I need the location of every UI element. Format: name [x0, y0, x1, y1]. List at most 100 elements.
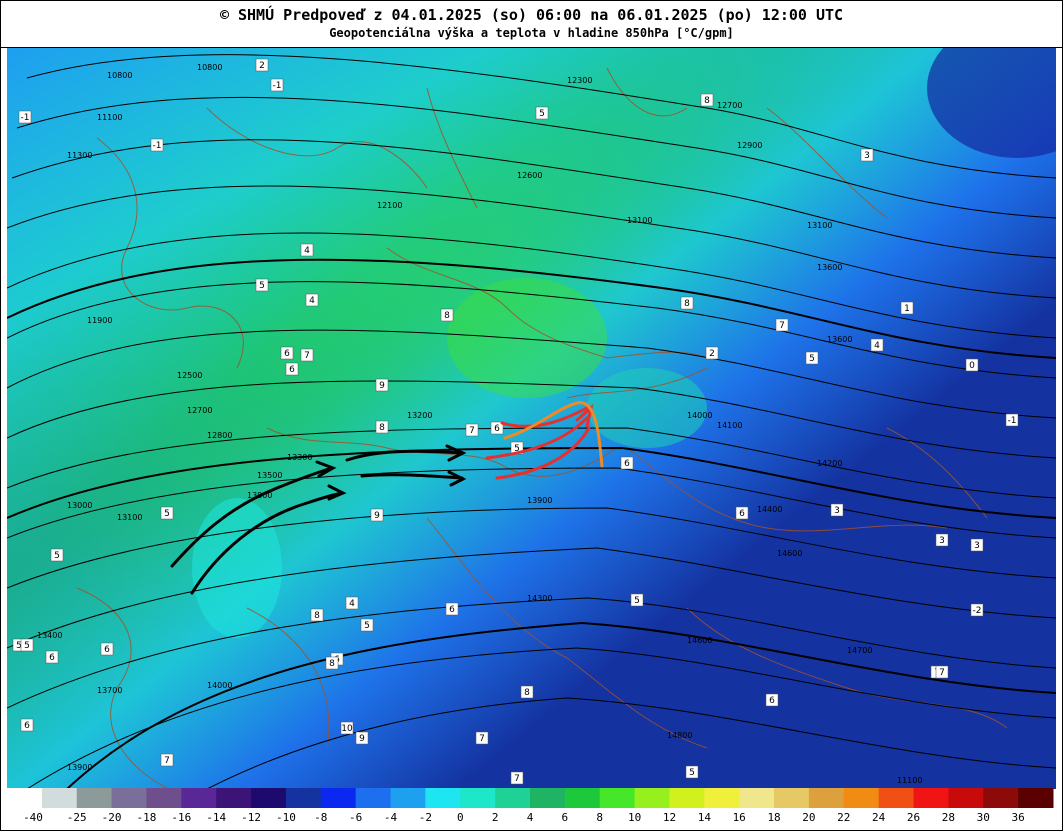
temperature-label: 0	[965, 358, 979, 372]
colorbar-tick-label: -6	[349, 811, 362, 824]
contour-label: 13100	[807, 221, 832, 230]
temperature-label: -1	[1005, 413, 1019, 427]
colorbar-tick-label: 6	[562, 811, 569, 824]
colorbar-tick-label: 26	[907, 811, 920, 824]
temperature-label: 5	[535, 106, 549, 120]
temperature-value: 7	[779, 321, 785, 331]
contour-label: 12700	[187, 406, 212, 415]
colorbar-swatch	[146, 788, 182, 808]
colorbar-swatch	[599, 788, 636, 808]
contour-label: 14800	[667, 731, 692, 740]
temperature-label: 8	[680, 296, 694, 310]
colorbar-swatch	[983, 788, 1019, 808]
temperature-label: 6	[620, 456, 634, 470]
temperature-label: -1	[150, 138, 164, 152]
temperature-label: 6	[45, 650, 59, 664]
temperature-label: 7	[510, 771, 524, 785]
temperature-label: 7	[300, 348, 314, 362]
colorbar-swatch	[355, 788, 392, 808]
temperature-value: 0	[969, 361, 975, 371]
temperature-value: 6	[49, 653, 55, 663]
temperature-label: 5	[255, 278, 269, 292]
colorbar-swatch	[425, 788, 461, 808]
colorbar-tick-label: 0	[457, 811, 464, 824]
temperature-label: 9	[370, 508, 384, 522]
temperature-value: 8	[684, 299, 690, 309]
contour-label: 10800	[107, 71, 132, 80]
contour-label: 13000	[67, 501, 92, 510]
temperature-value: 5	[689, 768, 695, 778]
temperature-label: 8	[310, 608, 324, 622]
temperature-label: 4	[345, 596, 359, 610]
temperature-label: 9	[355, 731, 369, 745]
temperature-value: 3	[939, 536, 945, 546]
temperature-label: 4	[870, 338, 884, 352]
colorbar-swatch	[111, 788, 147, 808]
temperature-value: 6	[24, 721, 30, 731]
contour-label: 14000	[207, 681, 232, 690]
page-title: © SHMÚ Predpoveď z 04.01.2025 (so) 06:00…	[219, 6, 844, 24]
colorbar-swatch	[739, 788, 775, 808]
temperature-label: 8	[700, 93, 714, 107]
temperature-value: 3	[834, 506, 840, 516]
temperature-label: 2	[255, 58, 269, 72]
colorbar-tick-label: 30	[977, 811, 990, 824]
contour-label: 11100	[97, 113, 122, 122]
temperature-value: 6	[104, 645, 110, 655]
temperature-label: 3	[830, 503, 844, 517]
contour-label: 13400	[37, 631, 62, 640]
colorbar-swatch	[251, 788, 287, 808]
colorbar-swatch	[181, 788, 217, 808]
temperature-value: 5	[259, 281, 265, 291]
temperature-label: 6	[445, 602, 459, 616]
temperature-value: 3	[864, 151, 870, 161]
contour-label: 13100	[117, 513, 142, 522]
temperature-value: 4	[304, 246, 310, 256]
colorbar-swatch	[285, 788, 322, 808]
temperature-value: 5	[24, 641, 30, 651]
temperature-value: 8	[524, 688, 530, 698]
temperature-value: 8	[329, 659, 335, 669]
contour-label: 11900	[87, 316, 112, 325]
temperature-value: -1	[153, 141, 162, 151]
temperature-label: -1	[18, 110, 32, 124]
contour-label: 12700	[717, 101, 742, 110]
temperature-label: 7	[475, 731, 489, 745]
colorbar-tick-label: 28	[942, 811, 955, 824]
contour-label: 14100	[717, 421, 742, 430]
colorbar-swatch	[774, 788, 810, 808]
colorbar-tick-label: 8	[596, 811, 603, 824]
contour-label: 10800	[197, 63, 222, 72]
colorbar-swatch	[320, 788, 357, 808]
temperature-value: 7	[479, 734, 485, 744]
contour-label: 13900	[527, 496, 552, 505]
temperature-label: 5	[360, 618, 374, 632]
colorbar-tick-label: -4	[384, 811, 398, 824]
temperature-label: 5	[50, 548, 64, 562]
contour-label: 13700	[97, 686, 122, 695]
temperature-value: 9	[379, 381, 385, 391]
temperature-label: 5	[160, 506, 174, 520]
contour-label: 12300	[567, 76, 592, 85]
temperature-value: -1	[1008, 416, 1017, 426]
colorbar-tick-label: -16	[171, 811, 191, 824]
temperature-label: 8	[440, 308, 454, 322]
temperature-value: 4	[349, 599, 355, 609]
temperature-label: 6	[280, 346, 294, 360]
temperature-value: 3	[974, 541, 980, 551]
contour-label: 14600	[777, 549, 802, 558]
temperature-value: 4	[874, 341, 880, 351]
temperature-label: 6	[100, 642, 114, 656]
temperature-value: 7	[939, 668, 945, 678]
colorbar-swatch	[913, 788, 949, 808]
temperature-value: 7	[514, 774, 520, 784]
temperature-value: 6	[289, 365, 295, 375]
temperature-label: -1	[270, 78, 284, 92]
temperature-value: 5	[634, 596, 640, 606]
temperature-value: 7	[469, 426, 475, 436]
temperature-label: 6	[735, 506, 749, 520]
colorbar-swatch	[843, 788, 880, 808]
contour-label: 14400	[757, 505, 782, 514]
temperature-label: 7	[775, 318, 789, 332]
colorbar-tick-label: -14	[206, 811, 226, 824]
